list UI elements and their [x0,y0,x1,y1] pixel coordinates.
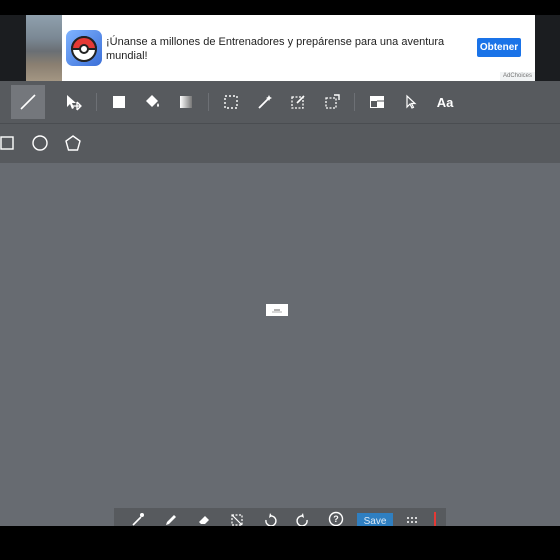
transform-selection-tool-button[interactable] [315,85,349,119]
text-tool-label: Aa [436,94,454,110]
ad-photo [26,15,62,81]
color-indicator[interactable] [434,512,436,526]
gradient-icon [180,96,192,108]
cursor-icon [406,94,417,109]
bottom-black-bar [0,526,560,560]
dashed-selection-icon [224,95,238,109]
pencil-button[interactable] [159,508,183,526]
toolbar-divider [208,93,209,111]
svg-text:?: ? [333,514,339,524]
crop-edit-tool-button[interactable] [281,85,315,119]
pentagon-outline-icon [65,135,81,151]
ad-right-margin [535,15,560,81]
redo-icon [296,513,308,526]
pointer-tool-button[interactable] [394,85,428,119]
ad-text[interactable]: ¡Únanse a millones de Entrenadores y pre… [106,35,456,63]
ad-cta-button[interactable]: Obtener [477,38,521,57]
rectangle-outline-icon [0,136,14,150]
circle-outline-icon [32,135,48,151]
ad-left-margin [0,15,26,81]
layers-tool-button[interactable] [360,85,394,119]
text-tool-button[interactable]: Aa [428,85,462,119]
save-button[interactable]: Save [357,513,393,526]
top-status-bar [0,0,560,15]
eyedropper-button[interactable] [126,508,150,526]
move-arrow-icon [67,95,82,111]
paint-bucket-icon [146,95,159,107]
ad-banner[interactable]: ¡Únanse a millones de Entrenadores y pre… [26,15,535,81]
circle-shape-button[interactable] [23,126,57,160]
redo-button[interactable] [291,508,315,526]
magic-wand-icon [258,95,272,109]
grid-menu-icon [407,517,417,523]
drawing-canvas-area[interactable] [0,163,560,526]
ad-choices-label[interactable]: AdChoices [499,72,535,81]
help-button[interactable]: ? [324,508,348,526]
eyedropper-icon [132,513,144,526]
undo-button[interactable] [258,508,282,526]
move-tool-button[interactable] [56,85,90,119]
pentagon-shape-button[interactable] [56,126,90,160]
clear-selection-icon [231,514,243,526]
eraser-icon [199,516,209,524]
rectangle-fill-tool-button[interactable] [102,85,136,119]
paint-bucket-tool-button[interactable] [135,85,169,119]
layers-icon [370,96,384,108]
line-icon [20,94,36,110]
pokeball-app-icon[interactable] [66,30,102,66]
rect-select-tool-button[interactable] [214,85,248,119]
menu-grid-button[interactable] [400,508,424,526]
bottom-toolbar: ? Save [114,508,446,526]
eraser-button[interactable] [192,508,216,526]
document-thumbnail[interactable] [266,304,288,316]
gradient-tool-button[interactable] [169,85,203,119]
pencil-icon [166,515,176,525]
selection-transform-icon [325,94,340,109]
help-icon: ? [328,511,344,526]
rectangle-shape-button[interactable] [0,126,24,160]
toolbar-divider [354,93,355,111]
filled-square-icon [113,96,125,108]
undo-icon [265,513,277,526]
toolbar-divider [96,93,97,111]
clear-selection-button[interactable] [225,508,249,526]
line-tool-button[interactable] [11,85,45,119]
selection-edit-icon [291,95,305,109]
magic-wand-tool-button[interactable] [248,85,282,119]
